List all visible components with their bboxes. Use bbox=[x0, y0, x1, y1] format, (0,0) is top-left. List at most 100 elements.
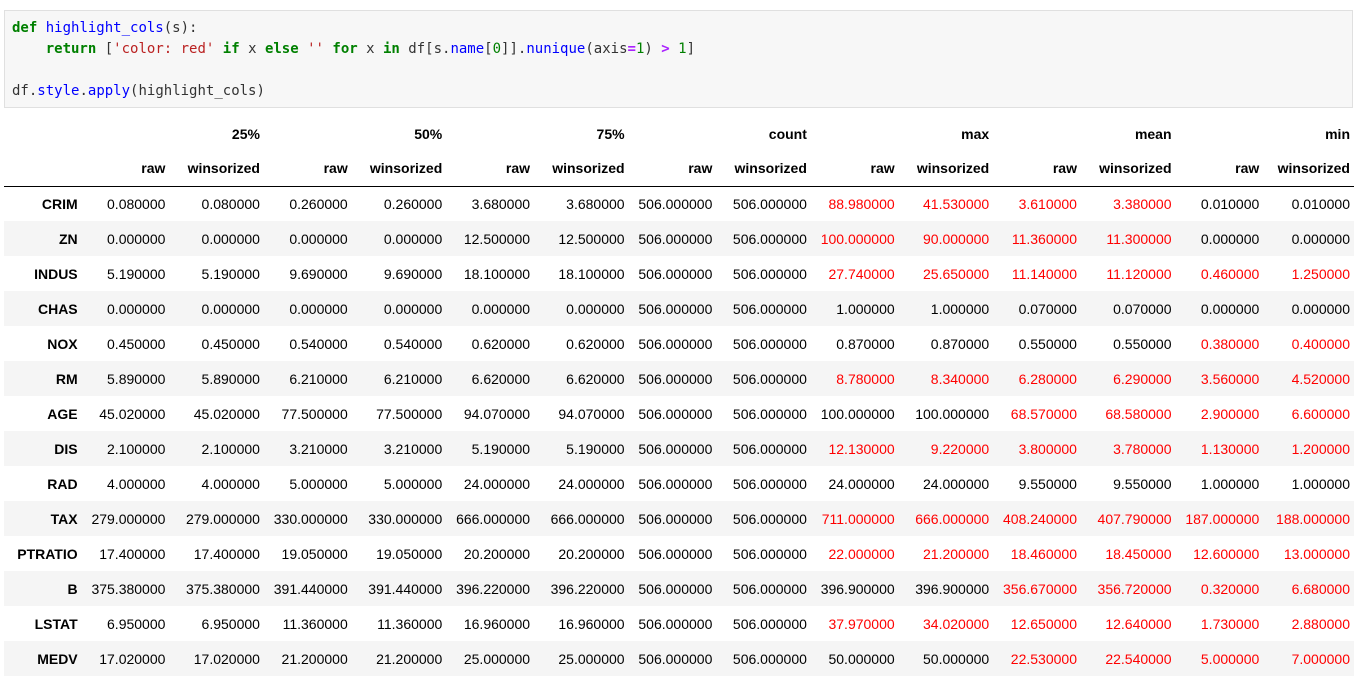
code-token: ) bbox=[644, 41, 653, 57]
table-cell: 25.000000 bbox=[463, 650, 531, 667]
row-label: LSTAT bbox=[34, 615, 78, 632]
table-cell: 506.000000 bbox=[638, 615, 713, 632]
table-cell: 6.620000 bbox=[471, 370, 531, 387]
string-color-red: 'color: red' bbox=[113, 41, 215, 57]
table-cell: 8.780000 bbox=[836, 370, 895, 387]
table-cell: 19.050000 bbox=[281, 545, 348, 562]
table-cell: 12.500000 bbox=[558, 230, 625, 247]
table-cell: 0.080000 bbox=[201, 195, 260, 212]
keyword-return: return bbox=[45, 41, 97, 57]
table-cell: 666.000000 bbox=[456, 510, 531, 527]
table-cell: 0.870000 bbox=[930, 335, 990, 352]
column-sub-header: winsorized bbox=[351, 151, 447, 187]
table-cell: 5.190000 bbox=[566, 440, 625, 457]
table-cell: 3.680000 bbox=[566, 195, 625, 212]
table-row: MEDV 17.020000 17.020000 21.200000 21.200000… bbox=[4, 641, 1354, 676]
table-cell: 12.500000 bbox=[463, 230, 531, 247]
code-token: x bbox=[248, 41, 257, 57]
table-cell: 6.280000 bbox=[1018, 370, 1077, 387]
row-label: ZN bbox=[58, 230, 78, 247]
code-cell-input[interactable]: def highlight_cols(s): return ['color: r… bbox=[4, 10, 1353, 108]
table-row: NOX 0.450000 0.450000 0.540000 0.540000 0.620… bbox=[4, 326, 1354, 361]
table-cell: 3.780000 bbox=[1113, 440, 1172, 457]
table-cell: 4.520000 bbox=[1291, 370, 1350, 387]
keyword-for: for bbox=[332, 41, 358, 57]
table-cell: 5.000000 bbox=[289, 475, 348, 492]
table-cell: 90.000000 bbox=[923, 230, 990, 247]
table-cell: 6.620000 bbox=[566, 370, 625, 387]
table-cell: 41.530000 bbox=[923, 195, 990, 212]
table-cell: 0.550000 bbox=[1018, 335, 1077, 352]
code-operator: = bbox=[627, 41, 636, 57]
table-cell: 0.540000 bbox=[289, 335, 348, 352]
column-sub-header: winsorized bbox=[169, 151, 264, 187]
table-cell: 408.240000 bbox=[1003, 510, 1077, 527]
table-cell: 3.210000 bbox=[289, 440, 348, 457]
table-cell: 16.960000 bbox=[463, 615, 531, 632]
table-cell: 0.000000 bbox=[383, 230, 443, 247]
table-cell: 24.000000 bbox=[923, 475, 990, 492]
code-token: . bbox=[79, 83, 88, 99]
table-row: PTRATIO 17.400000 17.400000 19.050000 19.050… bbox=[4, 536, 1354, 571]
table-cell: 16.960000 bbox=[558, 615, 625, 632]
table-cell: 666.000000 bbox=[915, 510, 990, 527]
table-cell: 407.790000 bbox=[1097, 510, 1172, 527]
table-cell: 34.020000 bbox=[923, 615, 990, 632]
table-cell: 0.460000 bbox=[1200, 265, 1260, 282]
table-cell: 3.560000 bbox=[1200, 370, 1260, 387]
table-cell: 279.000000 bbox=[91, 510, 166, 527]
table-cell: 2.100000 bbox=[201, 440, 260, 457]
table-cell: 0.000000 bbox=[201, 300, 260, 317]
row-label: TAX bbox=[50, 510, 78, 527]
table-cell: 94.070000 bbox=[463, 405, 531, 422]
table-cell: 2.900000 bbox=[1200, 405, 1260, 422]
table-cell: 0.000000 bbox=[383, 300, 443, 317]
code-token: [ bbox=[484, 41, 493, 57]
table-cell: 506.000000 bbox=[732, 300, 807, 317]
table-cell: 506.000000 bbox=[638, 405, 713, 422]
table-row: INDUS 5.190000 5.190000 9.690000 9.690000 18.… bbox=[4, 256, 1354, 291]
table-cell: 6.290000 bbox=[1113, 370, 1172, 387]
table-cell: 9.550000 bbox=[1018, 475, 1077, 492]
table-cell: 1.000000 bbox=[930, 300, 990, 317]
table-cell: 1.130000 bbox=[1200, 440, 1260, 457]
column-sub-header: raw bbox=[993, 151, 1081, 187]
table-cell: 68.570000 bbox=[1010, 405, 1077, 422]
table-cell: 506.000000 bbox=[732, 510, 807, 527]
table-cell: 506.000000 bbox=[732, 475, 807, 492]
column-sub-header: winsorized bbox=[1080, 151, 1176, 187]
table-cell: 0.000000 bbox=[107, 230, 166, 247]
row-label: RAD bbox=[47, 475, 78, 492]
table-cell: 506.000000 bbox=[732, 545, 807, 562]
table-cell: 0.620000 bbox=[566, 335, 625, 352]
table-cell: 506.000000 bbox=[638, 370, 713, 387]
table-cell: 330.000000 bbox=[273, 510, 348, 527]
table-cell: 506.000000 bbox=[638, 440, 713, 457]
table-row: AGE 45.020000 45.020000 77.500000 77.500000 9… bbox=[4, 396, 1354, 431]
table-cell: 391.440000 bbox=[273, 580, 348, 597]
table-cell: 0.000000 bbox=[1200, 230, 1260, 247]
row-label: DIS bbox=[54, 440, 78, 457]
keyword-in: in bbox=[383, 41, 400, 57]
table-cell: 0.000000 bbox=[289, 300, 348, 317]
column-sub-header: winsorized bbox=[534, 151, 629, 187]
table-cell: 8.340000 bbox=[930, 370, 990, 387]
code-operator: > bbox=[661, 41, 670, 57]
table-cell: 0.080000 bbox=[107, 195, 166, 212]
table-cell: 0.450000 bbox=[107, 335, 166, 352]
table-cell: 20.200000 bbox=[558, 545, 625, 562]
table-cell: 5.190000 bbox=[201, 265, 260, 282]
table-row: CRIM 0.080000 0.080000 0.260000 0.260000 3.68… bbox=[4, 186, 1354, 221]
table-cell: 12.130000 bbox=[828, 440, 895, 457]
column-group-header: min bbox=[1325, 125, 1350, 142]
row-label: CRIM bbox=[41, 195, 78, 212]
table-cell: 4.000000 bbox=[201, 475, 260, 492]
column-sub-header: raw bbox=[628, 151, 717, 187]
header-row-stats: 25% 50% 75% count max mean min bbox=[4, 116, 1354, 151]
header-blank bbox=[4, 151, 82, 187]
table-cell: 25.650000 bbox=[923, 265, 990, 282]
table-cell: 88.980000 bbox=[828, 195, 895, 212]
row-label: CHAS bbox=[37, 300, 78, 317]
table-cell: 21.200000 bbox=[281, 650, 348, 667]
code-line-2: return ['color: red' if x else '' for x … bbox=[12, 39, 1345, 60]
